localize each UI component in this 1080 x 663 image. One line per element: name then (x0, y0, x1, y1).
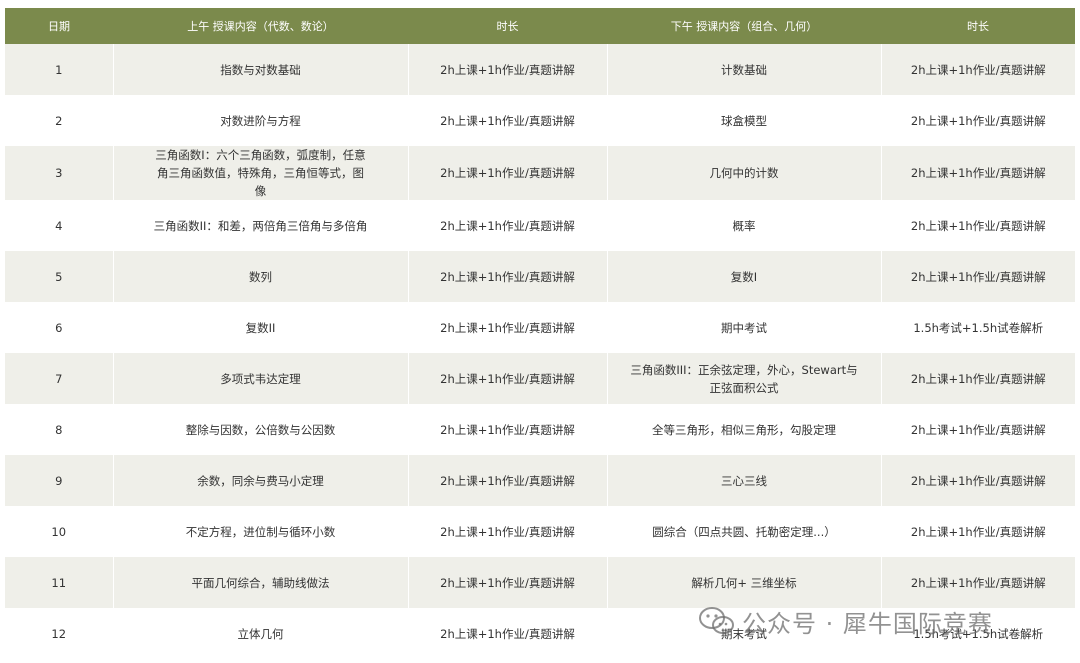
cell-afternoon-content: 三角函数III：正余弦定理，外心，Stewart与正弦面积公式 (607, 353, 882, 404)
cell-morning-duration: 2h上课+1h作业/真题讲解 (408, 608, 608, 659)
cell-date: 5 (5, 251, 114, 302)
cell-morning-content: 对数进阶与方程 (113, 95, 409, 146)
table-row: 6 复数II 2h上课+1h作业/真题讲解 期中考试 1.5h考试+1.5h试卷… (5, 302, 1075, 353)
cell-morning-content: 三角函数II：和差，两倍角三倍角与多倍角 (113, 200, 409, 251)
cell-afternoon-duration: 2h上课+1h作业/真题讲解 (881, 506, 1075, 557)
cell-afternoon-duration: 2h上课+1h作业/真题讲解 (881, 404, 1075, 455)
cell-morning-content: 数列 (113, 251, 409, 302)
cell-date: 4 (5, 200, 114, 251)
cell-morning-duration: 2h上课+1h作业/真题讲解 (408, 455, 608, 506)
header-afternoon-content: 下午 授课内容（组合、几何） (607, 8, 881, 44)
cell-afternoon-duration: 2h上课+1h作业/真题讲解 (881, 557, 1075, 608)
table-row: 9 余数，同余与费马小定理 2h上课+1h作业/真题讲解 三心三线 2h上课+1… (5, 455, 1075, 506)
cell-date: 1 (5, 44, 114, 95)
cell-afternoon-duration: 2h上课+1h作业/真题讲解 (881, 44, 1075, 95)
cell-date: 10 (5, 506, 114, 557)
cell-afternoon-duration: 2h上课+1h作业/真题讲解 (881, 251, 1075, 302)
header-afternoon-duration: 时长 (881, 8, 1075, 44)
cell-afternoon-content: 三心三线 (607, 455, 882, 506)
cell-morning-duration: 2h上课+1h作业/真题讲解 (408, 44, 608, 95)
cell-morning-duration: 2h上课+1h作业/真题讲解 (408, 353, 608, 404)
cell-morning-content: 立体几何 (113, 608, 409, 659)
cell-morning-duration: 2h上课+1h作业/真题讲解 (408, 95, 608, 146)
cell-afternoon-duration: 1.5h考试+1.5h试卷解析 (881, 302, 1075, 353)
cell-morning-duration: 2h上课+1h作业/真题讲解 (408, 302, 608, 353)
cell-afternoon-content: 解析几何+ 三维坐标 (607, 557, 882, 608)
cell-afternoon-duration: 2h上课+1h作业/真题讲解 (881, 95, 1075, 146)
header-date: 日期 (5, 8, 113, 44)
table-row: 12 立体几何 2h上课+1h作业/真题讲解 期末考试 1.5h考试+1.5h试… (5, 608, 1075, 659)
table-row: 2 对数进阶与方程 2h上课+1h作业/真题讲解 球盒模型 2h上课+1h作业/… (5, 95, 1075, 146)
table-row: 7 多项式韦达定理 2h上课+1h作业/真题讲解 三角函数III：正余弦定理，外… (5, 353, 1075, 404)
cell-afternoon-duration: 2h上课+1h作业/真题讲解 (881, 353, 1075, 404)
cell-afternoon-content: 圆综合（四点共圆、托勒密定理...） (607, 506, 882, 557)
cell-afternoon-content: 几何中的计数 (607, 146, 882, 200)
schedule-table: 日期 上午 授课内容（代数、数论） 时长 下午 授课内容（组合、几何） 时长 1… (5, 8, 1075, 659)
cell-date: 11 (5, 557, 114, 608)
table-header-row: 日期 上午 授课内容（代数、数论） 时长 下午 授课内容（组合、几何） 时长 (5, 8, 1075, 44)
cell-morning-duration: 2h上课+1h作业/真题讲解 (408, 404, 608, 455)
cell-date: 9 (5, 455, 114, 506)
cell-afternoon-content: 计数基础 (607, 44, 882, 95)
table-row: 4 三角函数II：和差，两倍角三倍角与多倍角 2h上课+1h作业/真题讲解 概率… (5, 200, 1075, 251)
cell-afternoon-content: 全等三角形，相似三角形，勾股定理 (607, 404, 882, 455)
header-morning-duration: 时长 (408, 8, 607, 44)
schedule-table-wrapper: 日期 上午 授课内容（代数、数论） 时长 下午 授课内容（组合、几何） 时长 1… (5, 8, 1075, 659)
cell-afternoon-duration: 2h上课+1h作业/真题讲解 (881, 200, 1075, 251)
cell-morning-content: 平面几何综合，辅助线做法 (113, 557, 409, 608)
cell-date: 8 (5, 404, 114, 455)
cell-date: 3 (5, 146, 114, 200)
table-row: 5 数列 2h上课+1h作业/真题讲解 复数I 2h上课+1h作业/真题讲解 (5, 251, 1075, 302)
cell-afternoon-content: 期中考试 (607, 302, 882, 353)
cell-date: 12 (5, 608, 114, 659)
cell-afternoon-duration: 2h上课+1h作业/真题讲解 (881, 455, 1075, 506)
cell-morning-duration: 2h上课+1h作业/真题讲解 (408, 557, 608, 608)
cell-morning-duration: 2h上课+1h作业/真题讲解 (408, 200, 608, 251)
cell-morning-content: 整除与因数，公倍数与公因数 (113, 404, 409, 455)
cell-date: 2 (5, 95, 114, 146)
cell-morning-content: 余数，同余与费马小定理 (113, 455, 409, 506)
cell-afternoon-duration: 2h上课+1h作业/真题讲解 (881, 146, 1075, 200)
cell-afternoon-content: 球盒模型 (607, 95, 882, 146)
cell-morning-content: 指数与对数基础 (113, 44, 409, 95)
cell-afternoon-content: 期末考试 (607, 608, 882, 659)
cell-morning-duration: 2h上课+1h作业/真题讲解 (408, 251, 608, 302)
cell-afternoon-content: 概率 (607, 200, 882, 251)
table-row: 11 平面几何综合，辅助线做法 2h上课+1h作业/真题讲解 解析几何+ 三维坐… (5, 557, 1075, 608)
cell-morning-content: 复数II (113, 302, 409, 353)
cell-morning-content: 三角函数I：六个三角函数，弧度制，任意角三角函数值，特殊角，三角恒等式，图像 (113, 146, 409, 200)
cell-afternoon-duration: 1.5h考试+1.5h试卷解析 (881, 608, 1075, 659)
cell-afternoon-content: 复数I (607, 251, 882, 302)
cell-morning-duration: 2h上课+1h作业/真题讲解 (408, 146, 608, 200)
cell-morning-content: 不定方程，进位制与循环小数 (113, 506, 409, 557)
table-row: 8 整除与因数，公倍数与公因数 2h上课+1h作业/真题讲解 全等三角形，相似三… (5, 404, 1075, 455)
header-morning-content: 上午 授课内容（代数、数论） (113, 8, 408, 44)
table-row: 1 指数与对数基础 2h上课+1h作业/真题讲解 计数基础 2h上课+1h作业/… (5, 44, 1075, 95)
table-row: 3 三角函数I：六个三角函数，弧度制，任意角三角函数值，特殊角，三角恒等式，图像… (5, 146, 1075, 200)
cell-date: 7 (5, 353, 114, 404)
cell-date: 6 (5, 302, 114, 353)
cell-morning-duration: 2h上课+1h作业/真题讲解 (408, 506, 608, 557)
cell-morning-content: 多项式韦达定理 (113, 353, 409, 404)
table-row: 10 不定方程，进位制与循环小数 2h上课+1h作业/真题讲解 圆综合（四点共圆… (5, 506, 1075, 557)
